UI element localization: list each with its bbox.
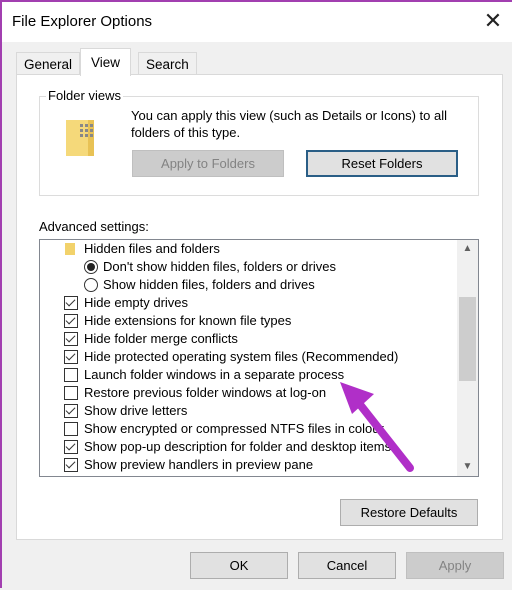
close-icon[interactable]: ✕ bbox=[480, 8, 506, 34]
tab-general[interactable]: General bbox=[16, 52, 81, 74]
checkbox[interactable] bbox=[64, 368, 78, 382]
folder-icon bbox=[65, 243, 75, 255]
checkbox[interactable] bbox=[64, 350, 78, 364]
checkbox[interactable] bbox=[64, 332, 78, 346]
checkbox[interactable] bbox=[64, 314, 78, 328]
scroll-up-icon[interactable]: ▲ bbox=[457, 240, 478, 258]
reset-folders-button[interactable]: Reset Folders bbox=[306, 150, 458, 177]
list-item-label: Show encrypted or compressed NTFS files … bbox=[84, 421, 384, 436]
advanced-settings-list[interactable]: Hidden files and folders Don't show hidde… bbox=[39, 239, 479, 477]
apply-to-folders-button[interactable]: Apply to Folders bbox=[132, 150, 284, 177]
list-item-label: Restore previous folder windows at log-o… bbox=[84, 385, 327, 400]
checkbox[interactable] bbox=[64, 440, 78, 454]
radio-button[interactable] bbox=[84, 260, 98, 274]
folder-views-description: You can apply this view (such as Details… bbox=[131, 108, 448, 140]
list-item-label: Launch folder windows in a separate proc… bbox=[84, 367, 345, 382]
checkbox[interactable] bbox=[64, 422, 78, 436]
apply-button[interactable]: Apply bbox=[406, 552, 504, 579]
cancel-button[interactable]: Cancel bbox=[298, 552, 396, 579]
radio-button[interactable] bbox=[84, 278, 98, 292]
tab-search[interactable]: Search bbox=[138, 52, 197, 74]
checkbox[interactable] bbox=[64, 386, 78, 400]
list-item-label: Don't show hidden files, folders or driv… bbox=[103, 259, 336, 274]
advanced-settings-label: Advanced settings: bbox=[39, 219, 149, 234]
folder-views-label: Folder views bbox=[46, 88, 123, 103]
ok-button[interactable]: OK bbox=[190, 552, 288, 579]
list-item-label: Show pop-up description for folder and d… bbox=[84, 439, 392, 454]
scroll-down-icon[interactable]: ▼ bbox=[457, 458, 478, 476]
list-item-label: Show drive letters bbox=[84, 403, 188, 418]
tab-view[interactable]: View bbox=[80, 48, 132, 76]
list-item-label: Show hidden files, folders and drives bbox=[103, 277, 315, 292]
list-item-label: Hide empty drives bbox=[84, 295, 189, 310]
scrollbar[interactable]: ▲ ▼ bbox=[457, 240, 478, 476]
scrollbar-thumb[interactable] bbox=[459, 297, 476, 381]
restore-defaults-button[interactable]: Restore Defaults bbox=[340, 499, 478, 526]
list-item-label: Hide folder merge conflicts bbox=[84, 331, 238, 346]
list-item-label: Hidden files and folders bbox=[84, 241, 220, 256]
list-item-label: Show preview handlers in preview pane bbox=[84, 457, 314, 472]
checkbox[interactable] bbox=[64, 404, 78, 418]
list-item-label: Hide extensions for known file types bbox=[84, 313, 292, 328]
list-item-label: Hide protected operating system files (R… bbox=[84, 349, 399, 364]
checkbox[interactable] bbox=[64, 458, 78, 472]
checkbox[interactable] bbox=[64, 296, 78, 310]
window-title: File Explorer Options bbox=[12, 13, 153, 30]
folder-view-icon bbox=[66, 120, 94, 156]
